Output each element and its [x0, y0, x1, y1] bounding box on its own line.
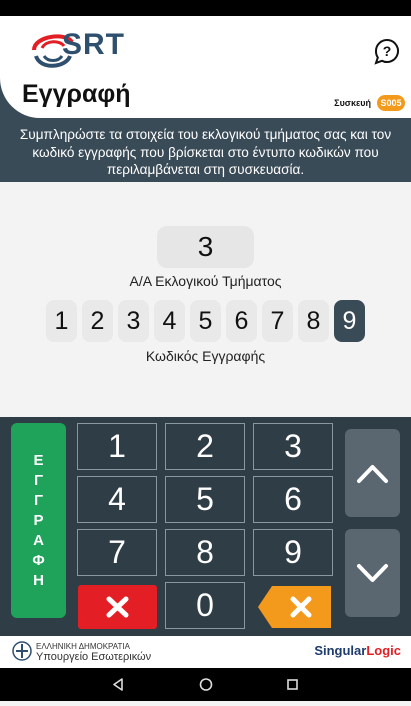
help-icon[interactable]: ? — [372, 36, 402, 66]
scroll-up-button[interactable] — [345, 429, 400, 517]
key-8[interactable]: 8 — [165, 529, 245, 576]
chevron-down-icon — [357, 564, 388, 582]
chevron-up-icon — [357, 465, 388, 483]
key-4[interactable]: 4 — [77, 476, 157, 523]
greek-emblem-icon — [12, 641, 32, 661]
key-7[interactable]: 7 — [77, 529, 157, 576]
register-button[interactable]: Ε Γ Γ Ρ Α Φ Η — [11, 423, 66, 618]
gov-republic-text: ΕΛΛΗΝΙΚΗ ΔΗΜΟΚΡΑΤΙΑ — [36, 642, 130, 651]
section-number-label: Α/Α Εκλογικού Τμήματος — [129, 273, 282, 289]
code-digit[interactable]: 5 — [190, 300, 221, 342]
android-navigation-bar — [0, 668, 411, 701]
close-icon — [106, 596, 129, 618]
section-number-field[interactable]: 3 — [157, 226, 254, 268]
code-digit-active[interactable]: 9 — [334, 300, 365, 342]
code-digit[interactable]: 8 — [298, 300, 329, 342]
register-letter: Γ — [33, 491, 44, 509]
key-2[interactable]: 2 — [165, 423, 245, 470]
gov-ministry-text: Υπουργείο Εσωτερικών — [36, 651, 152, 663]
code-digit[interactable]: 7 — [262, 300, 293, 342]
partner-logo-part-b: Logic — [366, 643, 401, 658]
partner-logo-part-a: Singular — [314, 643, 367, 658]
backspace-button[interactable] — [258, 586, 331, 628]
key-5[interactable]: 5 — [165, 476, 245, 523]
register-letter: Φ — [32, 551, 45, 569]
code-digit[interactable]: 3 — [118, 300, 149, 342]
register-letter: Η — [33, 571, 44, 589]
register-letter: Γ — [33, 471, 44, 489]
logo-text: SRT — [62, 28, 125, 61]
page-title: Εγγραφή — [22, 80, 131, 108]
device-label: Συσκευή — [334, 98, 371, 108]
register-letter: Α — [33, 531, 44, 549]
device-badge: S005 — [377, 95, 405, 111]
code-digit[interactable]: 2 — [82, 300, 113, 342]
key-0[interactable]: 0 — [165, 582, 245, 629]
clear-button[interactable] — [78, 585, 157, 629]
svg-text:?: ? — [383, 43, 392, 59]
register-letter: Ρ — [33, 511, 44, 529]
code-digit[interactable]: 1 — [46, 300, 77, 342]
singularlogic-logo: SingularLogic — [314, 643, 401, 658]
back-icon[interactable] — [113, 678, 123, 691]
code-digit[interactable]: 6 — [226, 300, 257, 342]
status-bar — [0, 0, 411, 16]
key-6[interactable]: 6 — [253, 476, 333, 523]
instructions-text: Συμπληρώστε τα στοιχεία του εκλογικού τμ… — [19, 127, 392, 177]
key-9[interactable]: 9 — [253, 529, 333, 576]
registration-code-label: Κωδικός Εγγραφής — [145, 348, 266, 364]
scroll-down-button[interactable] — [345, 529, 400, 617]
register-letter: Ε — [33, 451, 44, 469]
code-digit[interactable]: 4 — [154, 300, 185, 342]
key-3[interactable]: 3 — [253, 423, 333, 470]
home-icon[interactable] — [199, 678, 213, 691]
key-1[interactable]: 1 — [77, 423, 157, 470]
recents-icon[interactable] — [287, 679, 298, 690]
registration-code-field[interactable]: 1 2 3 4 5 6 7 8 9 — [46, 300, 365, 342]
